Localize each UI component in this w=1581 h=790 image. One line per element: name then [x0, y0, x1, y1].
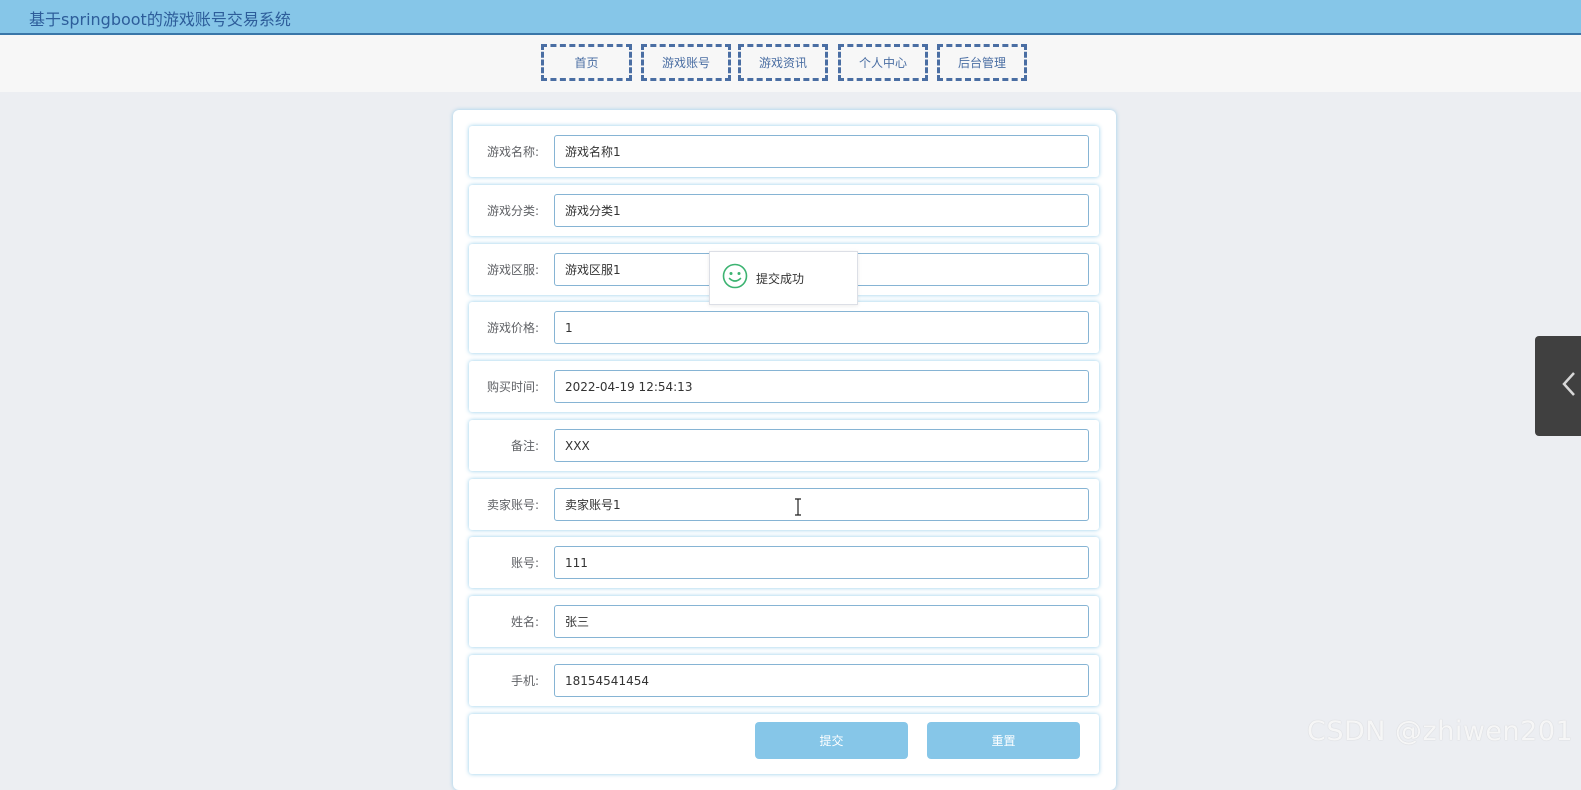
name-input[interactable]: 张三: [554, 605, 1089, 638]
nav-item-game-news[interactable]: 游戏资讯: [738, 44, 828, 81]
nav-item-personal-center[interactable]: 个人中心: [838, 44, 928, 81]
game-price-input[interactable]: 1: [554, 311, 1089, 344]
seller-account-input[interactable]: 卖家账号1: [554, 488, 1089, 521]
game-name-label: 游戏名称:: [486, 145, 539, 159]
side-collapse-tab[interactable]: [1535, 336, 1581, 436]
form-row-account: 账号: 111: [469, 537, 1099, 588]
name-label: 姓名:: [510, 615, 539, 629]
form-row-game-category: 游戏分类: 游戏分类1: [469, 185, 1099, 236]
phone-label: 手机:: [510, 674, 539, 688]
seller-account-label: 卖家账号:: [486, 498, 539, 512]
text-cursor-icon: [793, 498, 803, 520]
form-row-game-name: 游戏名称: 游戏名称1: [469, 126, 1099, 177]
nav-item-game-accounts[interactable]: 游戏账号: [641, 44, 731, 81]
form-row-game-price: 游戏价格: 1: [469, 302, 1099, 353]
main-nav: 首页 游戏账号 游戏资讯 个人中心 后台管理: [0, 35, 1581, 92]
form-row-phone: 手机: 18154541454: [469, 655, 1099, 706]
watermark: CSDN @zhiwen201: [1307, 716, 1574, 747]
chevron-left-icon: [1559, 370, 1579, 402]
game-category-input[interactable]: 游戏分类1: [554, 194, 1089, 227]
submit-button[interactable]: 提交: [755, 722, 908, 759]
form-row-seller-account: 卖家账号: 卖家账号1: [469, 479, 1099, 530]
account-input[interactable]: 111: [554, 546, 1089, 579]
remarks-input[interactable]: XXX: [554, 429, 1089, 462]
game-name-input[interactable]: 游戏名称1: [554, 135, 1089, 168]
toast-message: 提交成功: [756, 271, 805, 286]
form-row-remarks: 备注: XXX: [469, 420, 1099, 471]
phone-input[interactable]: 18154541454: [554, 664, 1089, 697]
nav-item-admin[interactable]: 后台管理: [937, 44, 1027, 81]
game-server-label: 游戏区服:: [486, 263, 539, 277]
form-row-purchase-time: 购买时间: 2022-04-19 12:54:13: [469, 361, 1099, 412]
site-title: 基于springboot的游戏账号交易系统: [29, 10, 291, 29]
form-row-name: 姓名: 张三: [469, 596, 1099, 647]
game-category-label: 游戏分类:: [486, 204, 539, 218]
success-toast: 提交成功: [709, 251, 858, 305]
purchase-time-input[interactable]: 2022-04-19 12:54:13: [554, 370, 1089, 403]
reset-button[interactable]: 重置: [927, 722, 1080, 759]
nav-item-home[interactable]: 首页: [541, 44, 632, 81]
remarks-label: 备注:: [510, 439, 539, 453]
purchase-time-label: 购买时间:: [486, 380, 539, 394]
game-price-label: 游戏价格:: [486, 321, 539, 335]
form-actions: 提交 重置: [469, 714, 1099, 774]
top-header: 基于springboot的游戏账号交易系统: [0, 0, 1581, 35]
account-label: 账号:: [510, 556, 539, 570]
smile-icon: [722, 263, 748, 293]
